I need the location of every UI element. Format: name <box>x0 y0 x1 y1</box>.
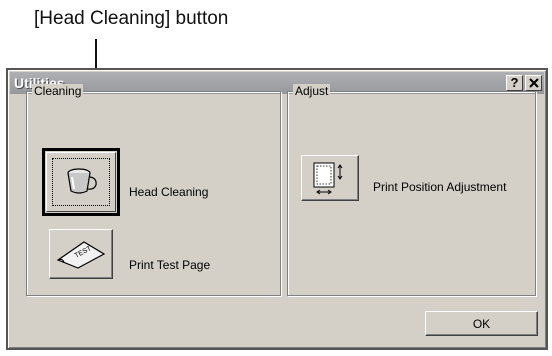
print-test-page-button[interactable]: TEST <box>49 229 113 279</box>
focus-rectangle <box>52 158 110 206</box>
ok-button[interactable]: OK <box>425 311 538 336</box>
question-icon: ? <box>510 75 519 90</box>
close-icon <box>528 78 539 88</box>
screenshot-stage: [Head Cleaning] button Utilities ? Clean… <box>0 0 552 356</box>
close-button[interactable] <box>525 75 542 91</box>
page-position-icon <box>313 162 343 195</box>
print-test-page-label: Print Test Page <box>129 258 211 272</box>
cleaning-group-label: Cleaning <box>32 84 84 98</box>
callout-label: [Head Cleaning] button <box>34 8 229 29</box>
adjust-group-label: Adjust <box>293 84 331 98</box>
print-position-adjustment-label: Print Position Adjustment <box>373 180 507 194</box>
head-cleaning-label: Head Cleaning <box>129 185 209 199</box>
print-position-adjustment-button[interactable] <box>301 155 359 201</box>
help-button[interactable]: ? <box>506 75 523 91</box>
test-paper-icon: TEST <box>56 241 106 269</box>
